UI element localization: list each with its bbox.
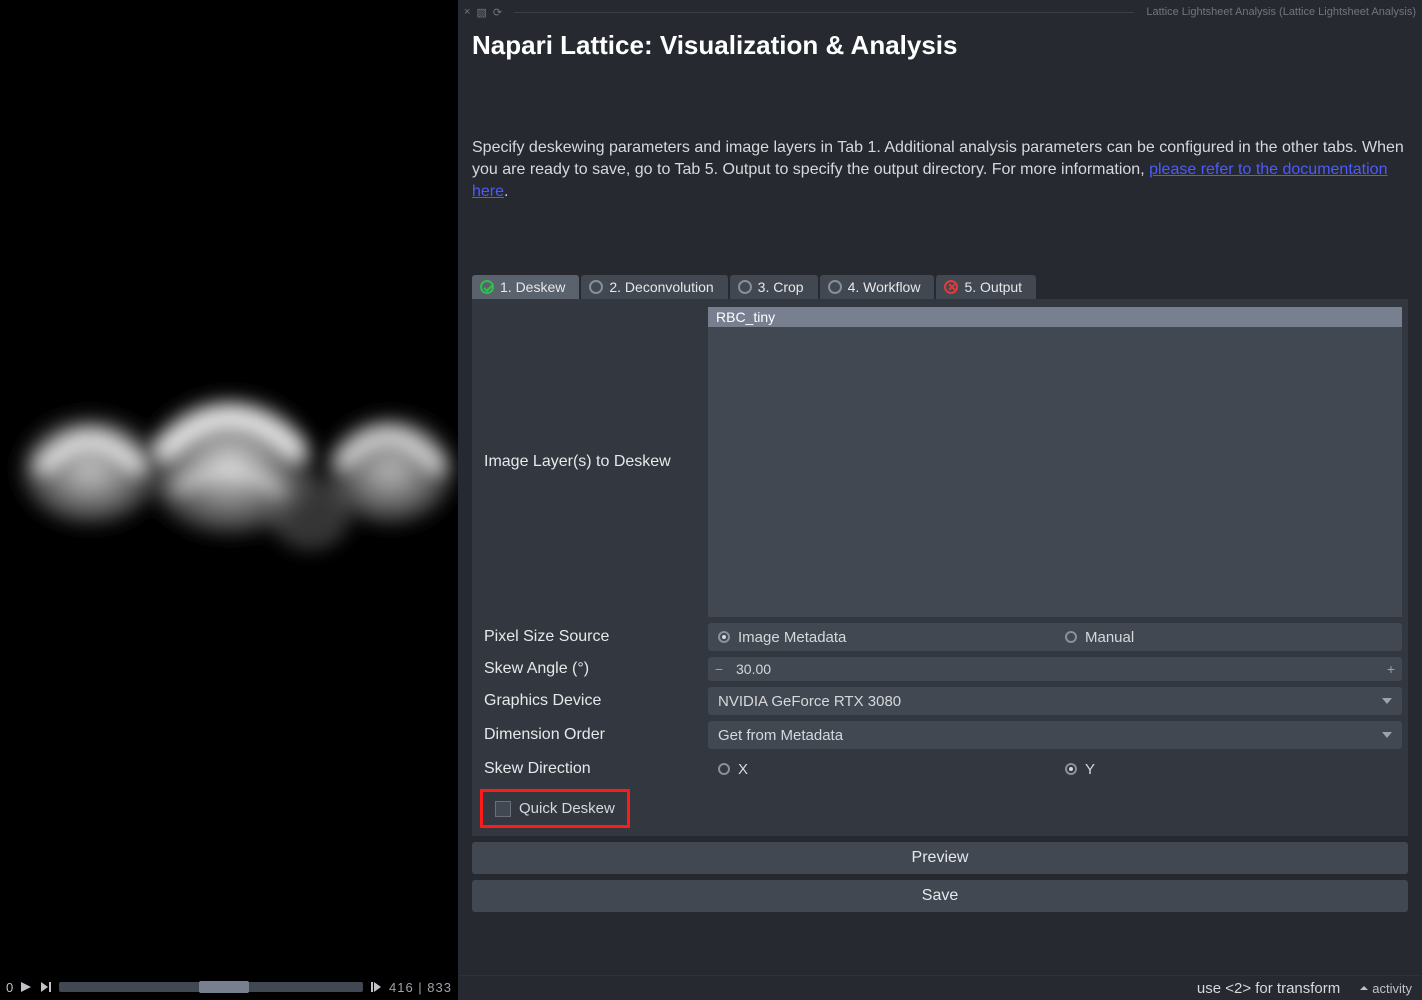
circle-icon bbox=[589, 280, 603, 294]
skew-direction-label: Skew Direction bbox=[478, 755, 708, 783]
status-hint: use <2> for transform bbox=[1197, 980, 1340, 997]
dim-order-select[interactable]: Get from Metadata bbox=[708, 721, 1402, 749]
activity-toggle[interactable]: activity bbox=[1360, 981, 1412, 996]
tab-label: 3. Crop bbox=[758, 279, 804, 295]
skew-angle-label: Skew Angle (°) bbox=[478, 657, 708, 681]
tab-label: 1. Deskew bbox=[500, 279, 565, 295]
layer-list[interactable]: RBC_tiny bbox=[708, 307, 1402, 617]
increment-button[interactable]: + bbox=[1380, 661, 1402, 677]
radio-icon bbox=[718, 763, 730, 775]
decrement-button[interactable]: − bbox=[708, 661, 730, 677]
close-icon[interactable]: × bbox=[464, 6, 470, 18]
slider-index: 0 bbox=[6, 980, 13, 995]
radio-icon bbox=[718, 631, 730, 643]
step-forward-button[interactable] bbox=[39, 980, 53, 994]
save-button[interactable]: Save bbox=[472, 880, 1408, 912]
radio-manual[interactable]: Manual bbox=[1055, 629, 1402, 646]
chevron-up-icon bbox=[1360, 984, 1368, 992]
dim-order-label: Dimension Order bbox=[478, 721, 708, 749]
float-icon[interactable]: ▧ bbox=[476, 6, 486, 19]
layers-label: Image Layer(s) to Deskew bbox=[478, 307, 708, 617]
tab-crop[interactable]: 3. Crop bbox=[730, 275, 818, 299]
tab-label: 2. Deconvolution bbox=[609, 279, 713, 295]
pixel-size-radio: Image Metadata Manual bbox=[708, 623, 1402, 651]
dims-slider[interactable] bbox=[59, 982, 363, 992]
radio-icon bbox=[1065, 631, 1077, 643]
preview-button[interactable]: Preview bbox=[472, 842, 1408, 874]
plugin-pane: × ▧ ⟳ Lattice Lightsheet Analysis (Latti… bbox=[458, 0, 1422, 1000]
check-icon bbox=[480, 280, 494, 294]
gpu-select[interactable]: NVIDIA GeForce RTX 3080 bbox=[708, 687, 1402, 715]
step-end-button[interactable] bbox=[369, 980, 383, 994]
radio-label: Manual bbox=[1085, 629, 1134, 646]
radio-label: Y bbox=[1085, 761, 1095, 778]
pixel-size-label: Pixel Size Source bbox=[478, 623, 708, 651]
skew-angle-value[interactable]: 30.00 bbox=[730, 661, 1380, 677]
select-value: Get from Metadata bbox=[718, 727, 1382, 744]
tab-workflow[interactable]: 4. Workflow bbox=[820, 275, 935, 299]
radio-icon bbox=[1065, 763, 1077, 775]
slider-count: 416 | 833 bbox=[389, 980, 452, 995]
radio-label: Image Metadata bbox=[738, 629, 846, 646]
error-icon bbox=[944, 280, 958, 294]
dock-header: × ▧ ⟳ Lattice Lightsheet Analysis (Latti… bbox=[464, 4, 1416, 20]
slider-thumb[interactable] bbox=[199, 981, 249, 993]
radio-y[interactable]: Y bbox=[1055, 761, 1402, 778]
select-value: NVIDIA GeForce RTX 3080 bbox=[718, 693, 1382, 710]
tabs: 1. Deskew 2. Deconvolution 3. Crop 4. Wo… bbox=[472, 275, 1416, 299]
radio-x[interactable]: X bbox=[708, 761, 1055, 778]
tab-label: 4. Workflow bbox=[848, 279, 921, 295]
dims-slider-row: 0 416 | 833 bbox=[0, 974, 458, 1000]
tab-output[interactable]: 5. Output bbox=[936, 275, 1036, 299]
gpu-label: Graphics Device bbox=[478, 687, 708, 715]
radio-image-metadata[interactable]: Image Metadata bbox=[708, 629, 1055, 646]
activity-label: activity bbox=[1372, 981, 1412, 996]
tab-body: Image Layer(s) to Deskew RBC_tiny Pixel … bbox=[472, 299, 1408, 836]
image-canvas[interactable] bbox=[0, 0, 458, 974]
reset-icon[interactable]: ⟳ bbox=[493, 6, 502, 19]
chevron-down-icon bbox=[1382, 732, 1392, 738]
checkbox-icon bbox=[495, 801, 511, 817]
skew-angle-input[interactable]: − 30.00 + bbox=[708, 657, 1402, 681]
quick-deskew-highlight: Quick Deskew bbox=[480, 789, 630, 828]
chevron-down-icon bbox=[1382, 698, 1392, 704]
skew-direction-radio: X Y bbox=[708, 755, 1402, 783]
circle-icon bbox=[828, 280, 842, 294]
tab-label: 5. Output bbox=[964, 279, 1022, 295]
circle-icon bbox=[738, 280, 752, 294]
play-button[interactable] bbox=[19, 980, 33, 994]
tab-deconvolution[interactable]: 2. Deconvolution bbox=[581, 275, 727, 299]
quick-deskew-checkbox[interactable]: Quick Deskew bbox=[487, 794, 623, 823]
layer-item[interactable]: RBC_tiny bbox=[708, 307, 1402, 327]
plugin-description: Specify deskewing parameters and image l… bbox=[472, 137, 1408, 203]
status-bar: use <2> for transform activity bbox=[458, 975, 1422, 1000]
tab-deskew[interactable]: 1. Deskew bbox=[472, 275, 579, 299]
dock-title: Lattice Lightsheet Analysis (Lattice Lig… bbox=[1146, 6, 1416, 18]
microscopy-image bbox=[0, 300, 458, 580]
plugin-title: Napari Lattice: Visualization & Analysis bbox=[472, 30, 1416, 61]
radio-label: X bbox=[738, 761, 748, 778]
viewer-pane: 0 416 | 833 bbox=[0, 0, 458, 1000]
checkbox-label: Quick Deskew bbox=[519, 800, 615, 817]
